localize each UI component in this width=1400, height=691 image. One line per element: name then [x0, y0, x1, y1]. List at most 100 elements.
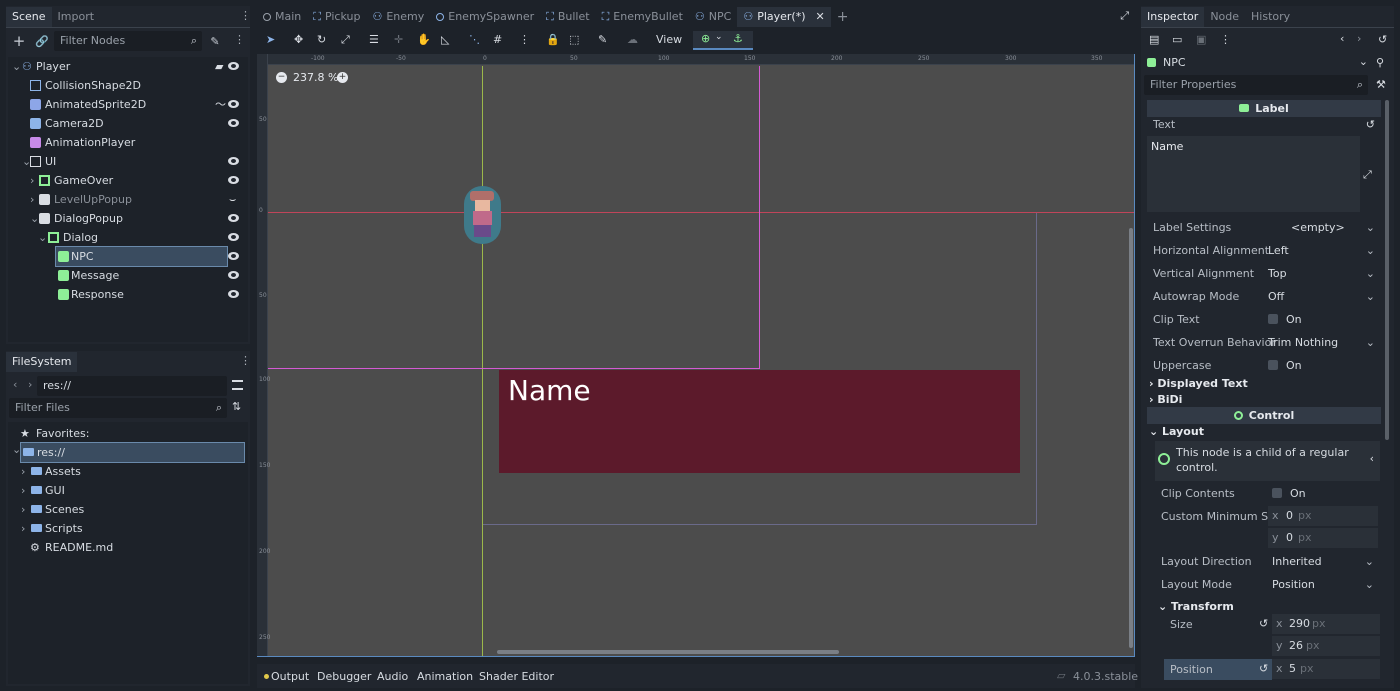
tree-row-gameover[interactable]: › GameOver [8, 171, 248, 190]
tree-row-animationplayer[interactable]: AnimationPlayer [8, 133, 248, 152]
tree-row-dialogpopup[interactable]: ⌄ DialogPopup [8, 209, 248, 228]
prop-layout-mode[interactable]: Layout Mode Position ⌄ [1155, 574, 1380, 596]
cloud-icon[interactable]: ☁ [627, 33, 638, 46]
version-label[interactable]: 4.0.3.stable [1073, 670, 1138, 683]
group-transform[interactable]: ⌄ Transform [1158, 600, 1234, 613]
close-icon[interactable]: ✕ [816, 7, 825, 27]
path-field[interactable]: res:// [37, 376, 227, 396]
visibility-icon[interactable] [228, 269, 240, 281]
lock-icon[interactable]: 🔒 [546, 33, 560, 46]
tab-history[interactable]: History [1245, 7, 1296, 27]
tools-icon[interactable]: ⚒ [1376, 78, 1386, 91]
open-folder-icon[interactable]: ▭ [1172, 33, 1182, 46]
visibility-icon[interactable] [228, 231, 240, 243]
tab-main[interactable]: Main [257, 7, 307, 27]
file-row-gui[interactable]: › GUI [8, 481, 248, 500]
visibility-icon[interactable] [228, 98, 240, 110]
node-selector[interactable]: NPC ⌄ [1145, 53, 1368, 73]
scene-more-icon[interactable]: ⋮ [234, 33, 245, 46]
tab-npc[interactable]: ⚇ NPC [689, 7, 737, 27]
tab-node[interactable]: Node [1204, 7, 1245, 27]
group-displayed-text[interactable]: › Displayed Text [1149, 377, 1248, 390]
save-icon[interactable]: ▣ [1196, 33, 1206, 46]
script-attach-icon[interactable]: ✎ [208, 34, 222, 48]
player-sprite[interactable] [464, 186, 501, 244]
filter-properties-input[interactable]: Filter Properties ⌕ [1144, 75, 1368, 95]
more-icon[interactable]: ⋮ [519, 33, 530, 46]
rotate-tool-icon[interactable]: ↻ [317, 33, 326, 46]
revert-icon[interactable]: ↺ [1366, 114, 1375, 136]
expand-icon[interactable]: ⤢ [1363, 168, 1372, 182]
plus-icon[interactable]: + [12, 32, 26, 50]
menu-icon[interactable]: ⋮ [1220, 33, 1231, 46]
tab-enemybullet[interactable]: ⛶ EnemyBullet [596, 7, 689, 27]
checkbox[interactable] [1272, 488, 1282, 498]
visibility-icon[interactable] [228, 250, 240, 262]
visibility-icon[interactable] [228, 117, 240, 129]
tab-enemyspawner[interactable]: EnemySpawner [430, 7, 540, 27]
tab-scene[interactable]: Scene [6, 7, 52, 27]
label-rect[interactable]: Name [499, 370, 1020, 473]
file-row-root[interactable]: res:// [20, 442, 245, 463]
tab-bullet[interactable]: ⛶ Bullet [540, 7, 595, 27]
filter-nodes-input[interactable]: Filter Nodes ⌕ [54, 31, 202, 51]
prop-label-settings[interactable]: Label Settings <empty> ⌄ [1147, 217, 1381, 239]
prop-autowrap-mode[interactable]: Autowrap Mode Off ⌄ [1147, 286, 1381, 308]
distraction-free-icon[interactable]: ⤢ [1120, 9, 1129, 23]
move-tool-icon[interactable]: ✥ [294, 33, 303, 46]
text-editor-field[interactable]: Name [1147, 136, 1360, 212]
tree-row-camera2d[interactable]: Camera2D [8, 114, 248, 133]
history-icon[interactable]: ↺ [1378, 33, 1387, 46]
visibility-icon[interactable] [228, 288, 240, 300]
revert-icon[interactable]: ↺ [1259, 662, 1268, 675]
revert-icon[interactable]: ↺ [1259, 617, 1268, 630]
filter-files-input[interactable]: Filter Files ⌕ [9, 398, 227, 418]
scene-menu-icon[interactable]: ⋮ [240, 9, 251, 22]
tree-row-message[interactable]: Message [8, 266, 248, 285]
checkbox[interactable] [1268, 360, 1278, 370]
script-icon[interactable]: ▰ [215, 57, 223, 76]
tree-row-ui[interactable]: ⌄ UI [8, 152, 248, 171]
scale-tool-icon[interactable]: ⤢ [341, 33, 350, 47]
tab-audio[interactable]: Audio [377, 670, 408, 683]
ruler-tool-icon[interactable]: ◺ [441, 33, 449, 46]
tab-debugger[interactable]: Debugger [317, 670, 371, 683]
section-control[interactable]: Control [1147, 407, 1381, 424]
prop-horizontal-alignment[interactable]: Horizontal Alignment Left ⌄ [1147, 240, 1381, 262]
group-bidi[interactable]: › BiDi [1149, 393, 1182, 406]
size-y-field[interactable]: y 26 px [1272, 636, 1380, 656]
signal-icon[interactable]: 〜 [215, 95, 226, 114]
vertical-scrollbar[interactable] [1129, 228, 1133, 648]
back-icon[interactable]: ‹ [13, 378, 17, 391]
bone-icon[interactable]: ✎ [598, 33, 607, 46]
visibility-icon[interactable] [228, 60, 240, 72]
group-layout[interactable]: ⌄ Layout [1149, 425, 1204, 438]
anchor-presets[interactable]: ⊕ ⌄ ⚓ [693, 31, 753, 50]
list-select-icon[interactable]: ☰ [369, 33, 379, 46]
prop-layout-direction[interactable]: Layout Direction Inherited ⌄ [1155, 551, 1380, 573]
horizontal-scrollbar[interactable] [497, 650, 839, 654]
size-x-field[interactable]: x 290 px [1272, 614, 1380, 634]
tree-row-response[interactable]: Response [8, 285, 248, 304]
file-row-assets[interactable]: › Assets [8, 462, 248, 481]
checkbox[interactable] [1268, 314, 1278, 324]
file-row-scripts[interactable]: › Scripts [8, 519, 248, 538]
snap-icon[interactable]: ⋱ [469, 33, 480, 46]
visibility-icon[interactable] [228, 155, 240, 167]
tree-row-collisionshape2d[interactable]: CollisionShape2D [8, 76, 248, 95]
favorites-row[interactable]: ★ Favorites: [8, 424, 248, 443]
cms-y-field[interactable]: y 0 px [1268, 528, 1378, 548]
position-x-field[interactable]: x 5 px [1272, 659, 1380, 679]
prop-clip-contents[interactable]: Clip Contents On [1155, 483, 1380, 505]
tab-enemy[interactable]: ⚇ Enemy [366, 7, 430, 27]
list-view-icon[interactable] [232, 380, 243, 390]
hidden-icon[interactable]: ⌣ [229, 190, 236, 209]
collapse-icon[interactable]: ‹ [1370, 452, 1374, 465]
file-row-scenes[interactable]: › Scenes [8, 500, 248, 519]
prop-text-overrun[interactable]: Text Overrun Behavior Trim Nothing ⌄ [1147, 332, 1381, 354]
inspector-scrollbar[interactable] [1385, 100, 1389, 440]
filesystem-menu-icon[interactable]: ⋮ [240, 354, 251, 367]
pan-tool-icon[interactable]: ✋ [417, 33, 431, 46]
tab-import[interactable]: Import [52, 7, 101, 27]
file-row-readme[interactable]: ⚙ README.md [8, 538, 248, 557]
